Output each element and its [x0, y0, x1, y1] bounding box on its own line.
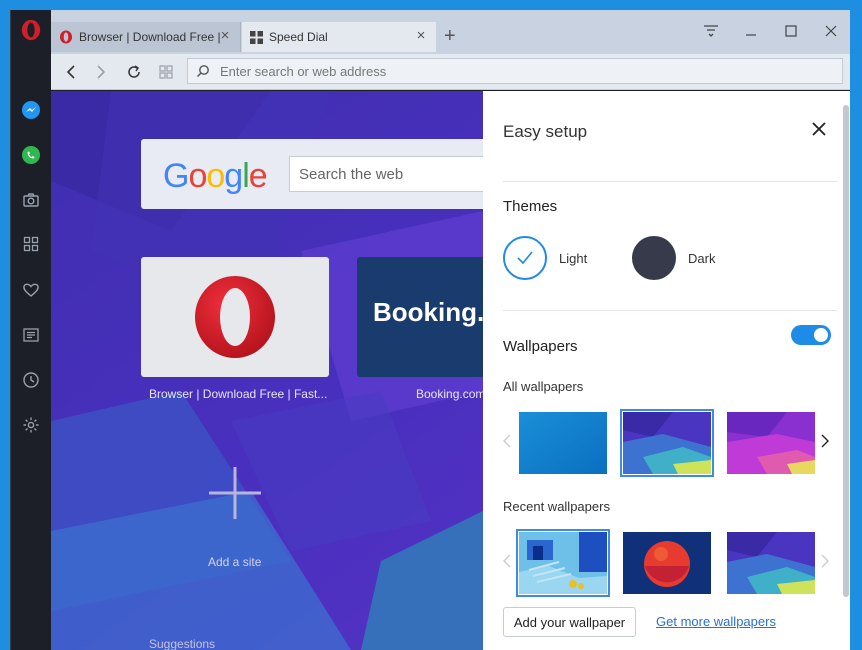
tab-grid-icon[interactable] — [157, 63, 175, 81]
tile-label: Booking.com — [416, 387, 483, 401]
wallpaper-thumb-magenta[interactable] — [727, 412, 815, 474]
add-wallpaper-button[interactable]: Add your wallpaper — [503, 607, 636, 637]
booking-logo: Booking.c — [373, 297, 483, 327]
toggle-knob — [814, 328, 828, 342]
divider — [503, 181, 837, 182]
recent-wallpapers-label: Recent wallpapers — [503, 499, 610, 514]
tab-label: Speed Dial — [269, 30, 328, 44]
news-icon[interactable] — [19, 323, 43, 347]
browser-window: Browser | Download Free | × Speed Dial ×… — [10, 10, 850, 650]
wallpaper-thumb-purple-selected[interactable] — [620, 409, 714, 477]
tab-label: Browser | Download Free | — [79, 30, 221, 44]
tab-menu-icon[interactable] — [701, 23, 721, 39]
wallpaper-thumb-blue[interactable] — [519, 412, 607, 474]
check-icon — [517, 251, 533, 265]
wallpaper-thumb-planet[interactable] — [623, 532, 711, 594]
opera-logo-icon[interactable] — [20, 19, 42, 41]
theme-light-option[interactable] — [503, 236, 547, 280]
themes-title: Themes — [503, 198, 558, 215]
all-wallpapers-label: All wallpapers — [503, 379, 584, 394]
panel-scrollbar[interactable] — [843, 105, 849, 597]
speed-dial-tile-opera[interactable] — [141, 257, 329, 377]
tab-browser-download[interactable]: Browser | Download Free | × — [51, 22, 241, 52]
chevron-right-icon[interactable] — [819, 432, 831, 450]
close-window-icon[interactable] — [821, 23, 841, 39]
search-icon — [197, 65, 209, 77]
settings-icon[interactable] — [19, 413, 43, 437]
new-tab-button[interactable]: + — [444, 26, 456, 46]
tab-speed-dial[interactable]: Speed Dial × — [242, 22, 436, 52]
history-icon[interactable] — [19, 368, 43, 392]
add-site-icon[interactable] — [201, 459, 269, 527]
close-tab-icon[interactable]: × — [218, 28, 232, 43]
speed-dial-icon[interactable] — [19, 232, 43, 256]
whatsapp-icon[interactable] — [19, 143, 43, 167]
theme-dark-label: Dark — [688, 251, 716, 266]
get-more-wallpapers-link[interactable]: Get more wallpapers — [656, 614, 776, 629]
chevron-left-icon[interactable] — [501, 552, 513, 570]
panel-title: Easy setup — [503, 122, 588, 141]
camera-icon[interactable] — [19, 188, 43, 212]
back-icon[interactable] — [62, 63, 80, 81]
tab-strip: Browser | Download Free | × Speed Dial ×… — [51, 10, 850, 54]
opera-logo-icon — [195, 276, 275, 358]
google-logo: Google — [163, 157, 268, 195]
speed-dial-tab-icon — [250, 30, 263, 44]
add-site-label[interactable]: Add a site — [208, 555, 261, 569]
wallpapers-title: Wallpapers — [503, 338, 578, 355]
forward-icon[interactable] — [92, 63, 110, 81]
wallpaper-thumb-stairs-selected[interactable] — [516, 529, 610, 597]
reload-icon[interactable] — [125, 63, 143, 81]
tile-label: Browser | Download Free | Fast... — [149, 387, 328, 401]
search-widget: Google — [141, 139, 483, 209]
divider — [503, 310, 837, 311]
theme-dark-option[interactable] — [632, 236, 676, 280]
address-bar[interactable] — [187, 58, 843, 84]
address-toolbar — [51, 54, 850, 90]
maximize-icon[interactable] — [781, 23, 801, 39]
minimize-icon[interactable] — [741, 23, 761, 39]
address-input[interactable] — [220, 63, 820, 79]
sidebar — [11, 10, 51, 650]
speed-dial-page: Google Browser | Download Free | Fast...… — [51, 91, 483, 650]
web-search-input[interactable] — [289, 156, 483, 192]
close-panel-icon[interactable] — [808, 118, 830, 140]
theme-light-label: Light — [559, 251, 588, 266]
opera-tab-icon — [60, 30, 72, 44]
speed-dial-tile-booking[interactable]: Booking.c — [357, 257, 483, 377]
chevron-left-icon[interactable] — [501, 432, 513, 450]
wallpapers-toggle[interactable] — [791, 325, 831, 345]
close-tab-icon[interactable]: × — [414, 28, 428, 43]
chevron-right-icon[interactable] — [819, 552, 831, 570]
heart-icon[interactable] — [19, 278, 43, 302]
wallpaper-thumb-purple[interactable] — [727, 532, 815, 594]
suggestions-label: Suggestions — [149, 637, 216, 650]
easy-setup-panel: Easy setup Themes Light Dark Wallpapers … — [483, 91, 850, 650]
messenger-icon[interactable] — [19, 98, 43, 122]
